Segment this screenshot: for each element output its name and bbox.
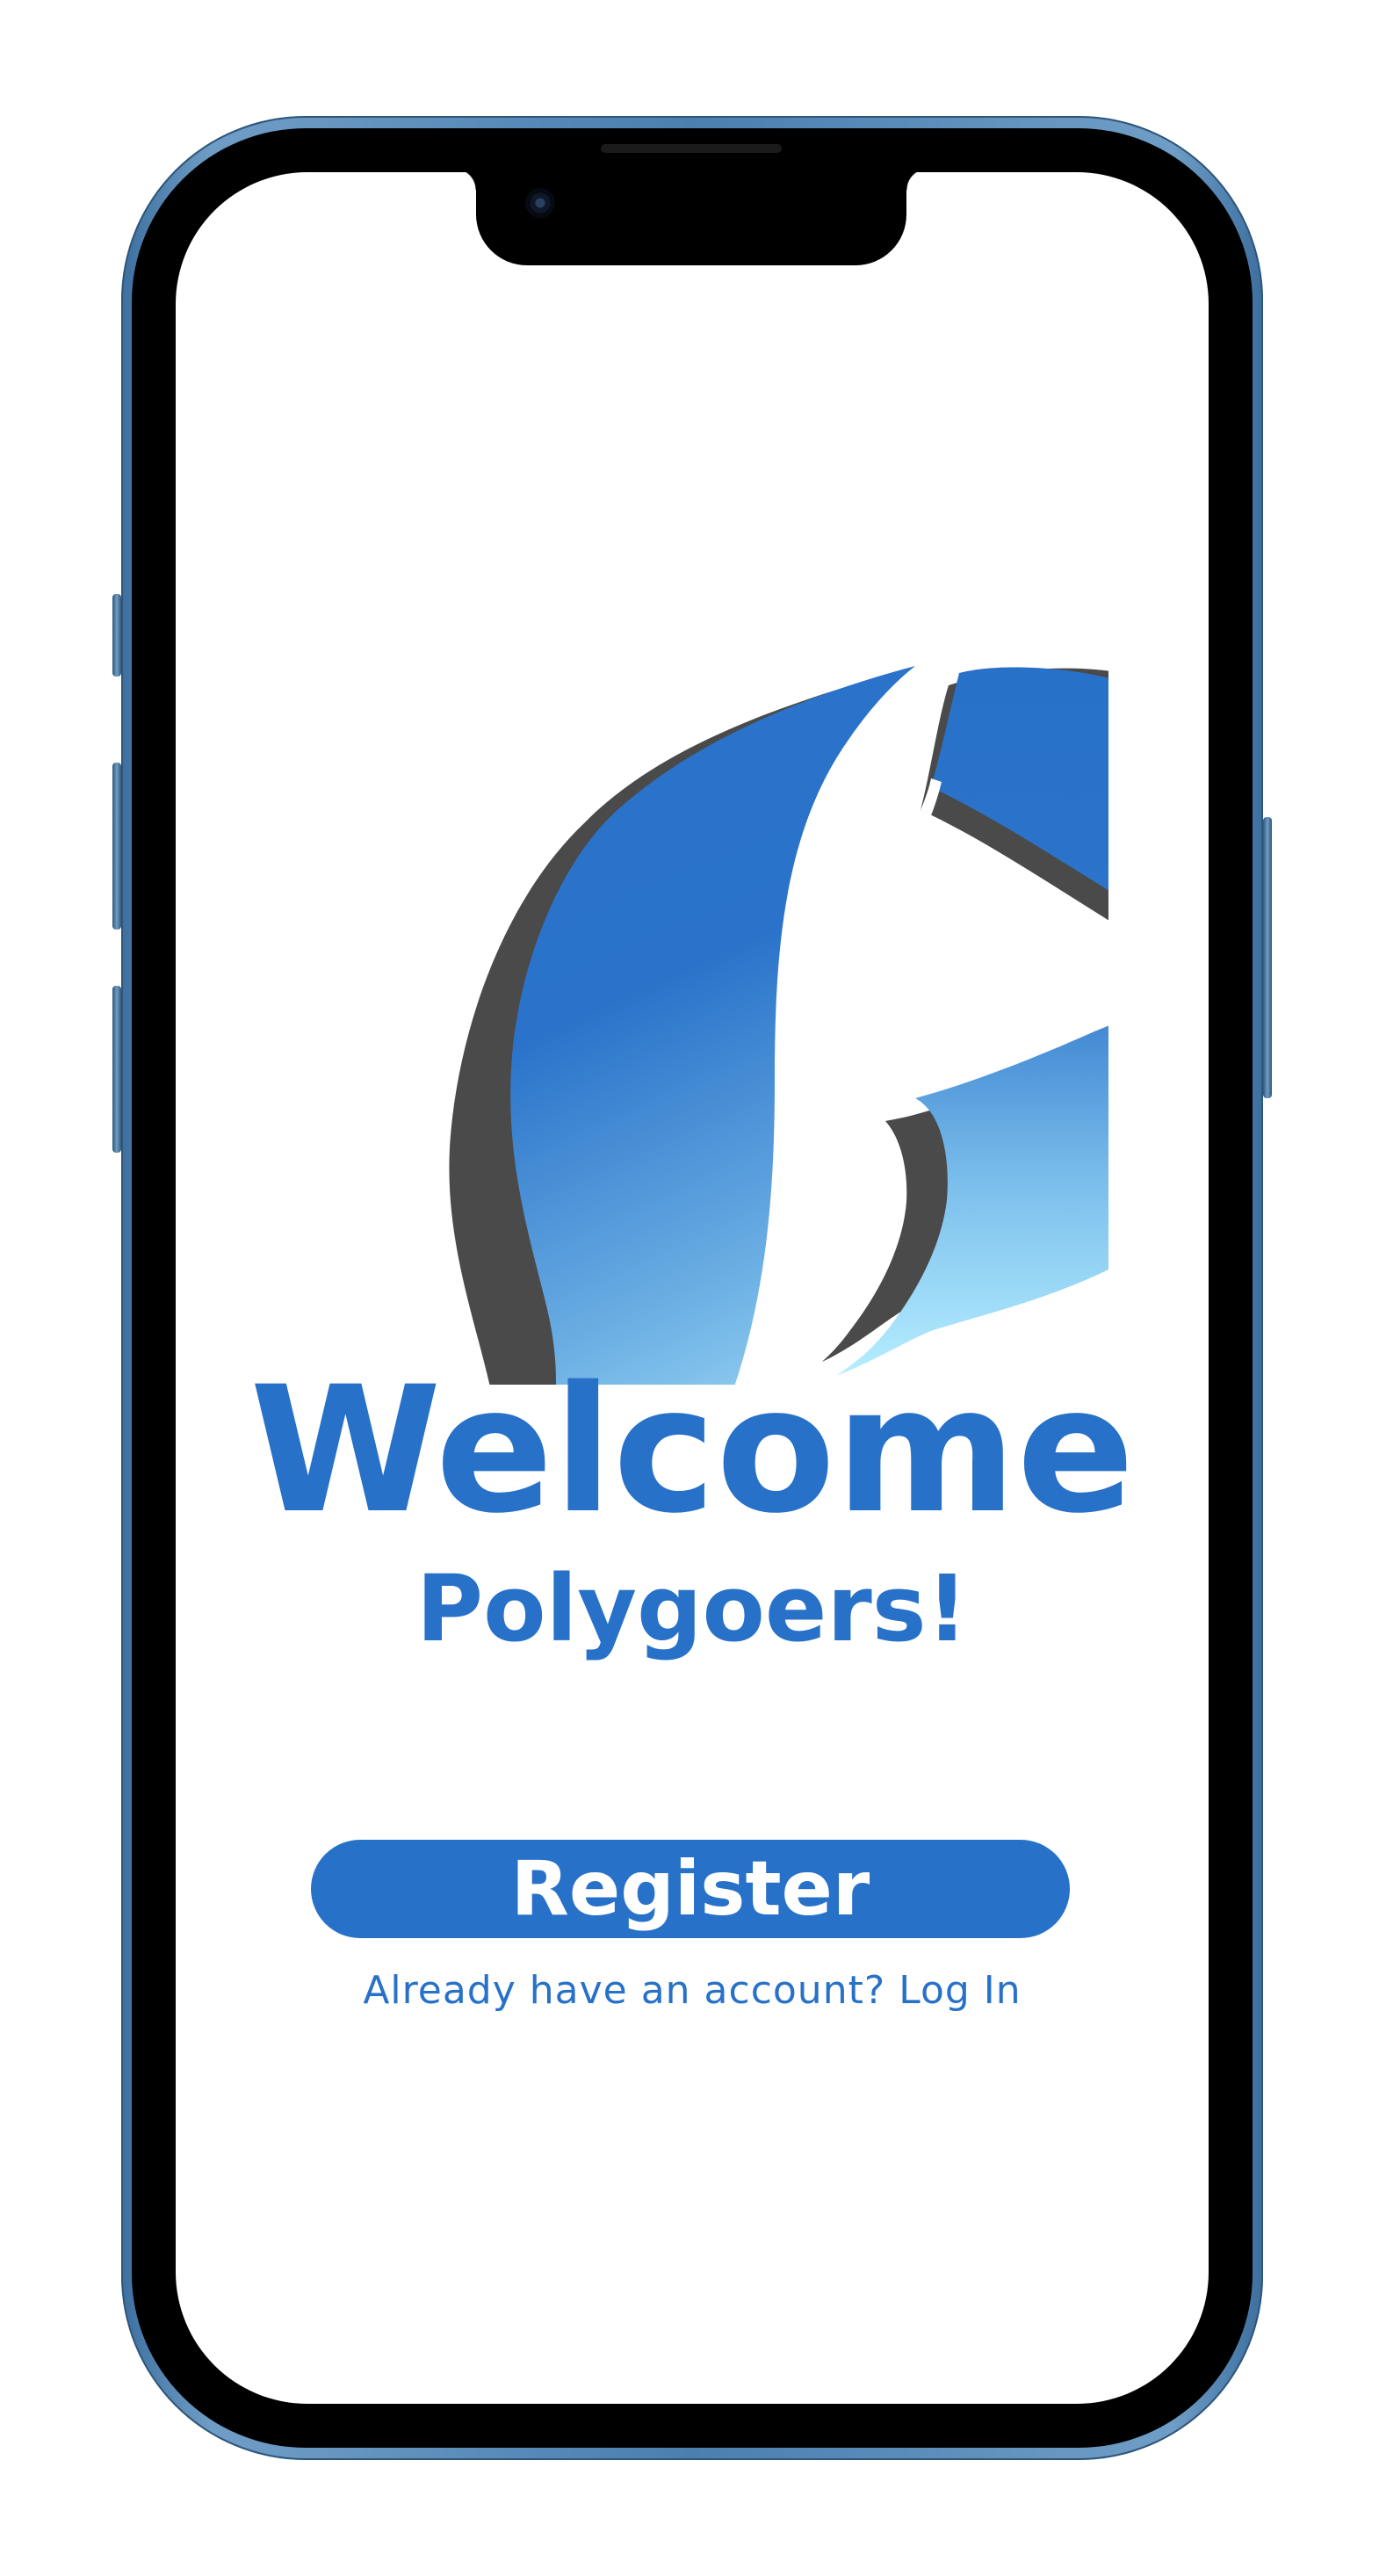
display-notch	[455, 172, 928, 265]
earpiece-speaker	[601, 144, 782, 153]
front-camera-icon	[525, 188, 555, 218]
welcome-title: Welcome	[249, 1349, 1135, 1552]
mute-switch	[112, 594, 121, 677]
login-prompt-text: Already have an account?	[363, 1968, 886, 2013]
app-screen: Welcome Polygoers! Register Already have…	[176, 172, 1209, 2404]
volume-up-button	[112, 763, 121, 930]
login-prompt-row: Already have an account? Log In	[176, 1965, 1209, 2017]
polygoers-p-logo-icon	[449, 666, 1108, 1385]
register-button[interactable]: Register	[311, 1840, 1070, 1938]
welcome-subtitle: Polygoers!	[415, 1555, 969, 1662]
power-button	[1263, 817, 1272, 1098]
volume-down-button	[112, 986, 121, 1153]
login-link[interactable]: Log In	[899, 1968, 1021, 2013]
